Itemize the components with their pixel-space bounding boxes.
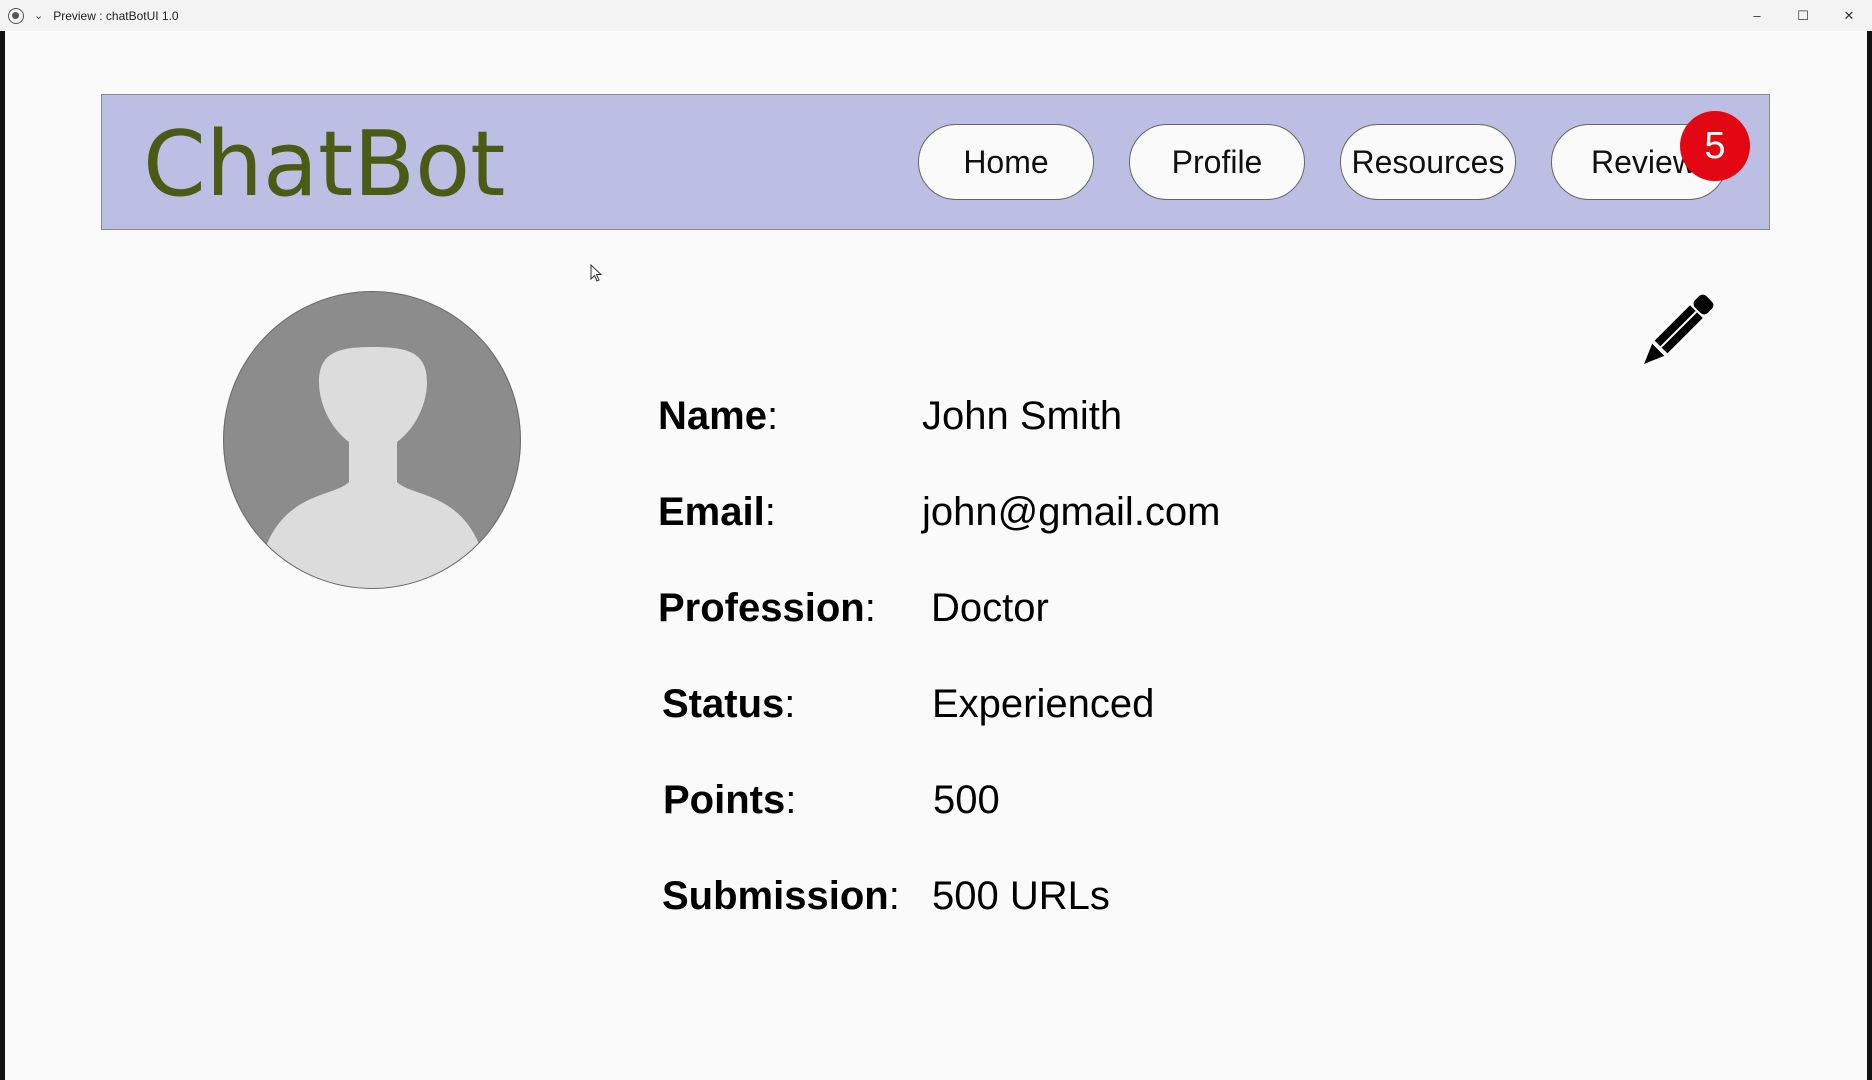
maximize-button[interactable]: ☐ xyxy=(1780,0,1826,31)
app-icon xyxy=(8,7,24,24)
submission-value: 500 URLs xyxy=(932,874,1110,918)
email-label: Email: xyxy=(658,490,776,534)
minimize-button[interactable]: – xyxy=(1734,0,1780,31)
name-label: Name: xyxy=(658,394,779,438)
header-bar: ChatBot Home Profile Resources Review 5 xyxy=(101,94,1770,230)
profession-value: Doctor xyxy=(931,586,1049,630)
nav-profile-button[interactable]: Profile xyxy=(1129,124,1305,200)
email-value: john@gmail.com xyxy=(922,490,1221,534)
close-button[interactable]: ✕ xyxy=(1826,0,1872,31)
status-value: Experienced xyxy=(932,682,1155,726)
points-label: Points: xyxy=(663,778,797,822)
window-title: Preview : chatBotUI 1.0 xyxy=(53,8,179,23)
review-notification-badge: 5 xyxy=(1680,111,1750,181)
pencil-icon[interactable] xyxy=(1636,288,1720,372)
window-controls: – ☐ ✕ xyxy=(1734,0,1872,31)
name-value: John Smith xyxy=(922,394,1123,438)
app-window: ⌄ Preview : chatBotUI 1.0 – ☐ ✕ ChatBot … xyxy=(0,0,1872,1080)
window-border-left xyxy=(0,31,5,1080)
submission-label: Submission: xyxy=(662,874,900,918)
points-value: 500 xyxy=(933,778,1000,822)
profession-label: Profession: xyxy=(658,586,876,630)
chevron-down-icon[interactable]: ⌄ xyxy=(34,9,43,22)
status-label: Status: xyxy=(662,682,796,726)
brand-logo-text: ChatBot xyxy=(143,112,506,217)
nav-home-button[interactable]: Home xyxy=(918,124,1094,200)
user-placeholder-icon xyxy=(223,291,521,589)
nav-resources-button[interactable]: Resources xyxy=(1340,124,1516,200)
window-border-right xyxy=(1867,31,1872,1080)
window-title-bar: ⌄ Preview : chatBotUI 1.0 – ☐ ✕ xyxy=(0,0,1872,31)
mouse-cursor-icon xyxy=(590,264,603,282)
